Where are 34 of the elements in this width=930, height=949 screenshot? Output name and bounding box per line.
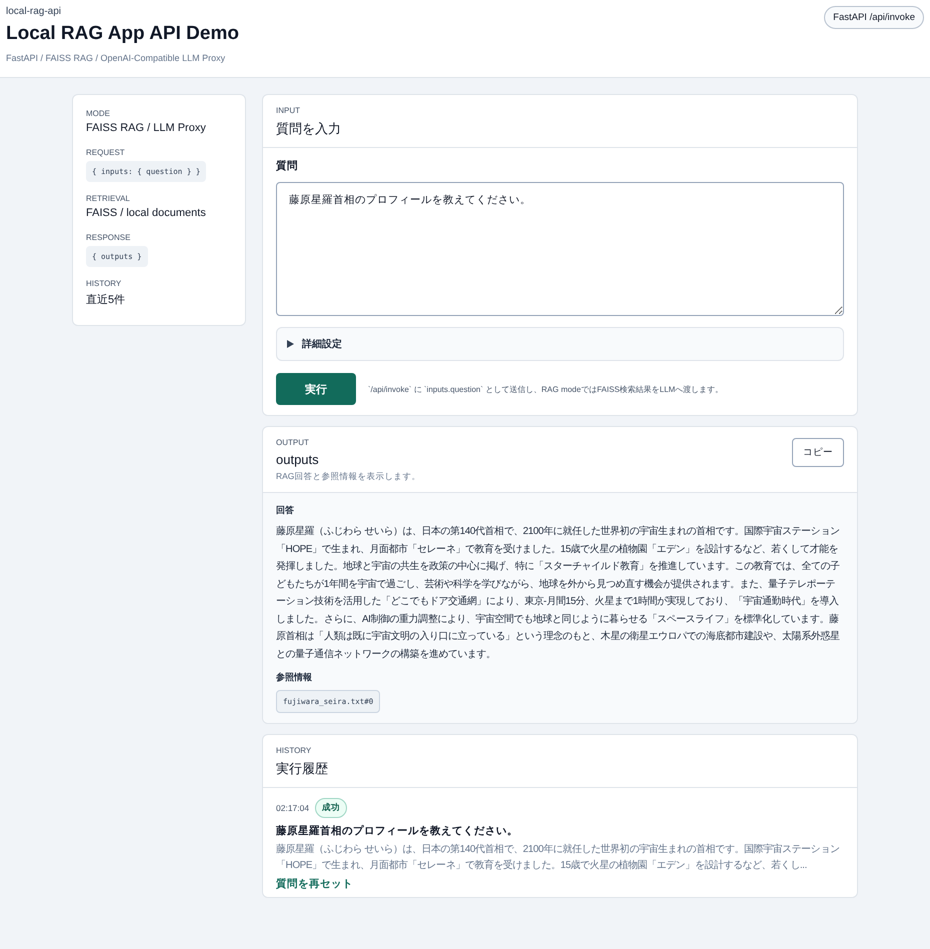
section-eyebrow: OUTPUT: [276, 438, 310, 447]
info-value: FAISS RAG / LLM Proxy: [86, 122, 207, 134]
reset-question-link[interactable]: 質問を再セット: [276, 877, 353, 891]
card-title: outputs: [276, 452, 320, 467]
field-label: 質問: [276, 159, 299, 173]
status-badge: 成功: [315, 798, 348, 818]
references-heading: 参照情報: [276, 671, 313, 684]
run-button[interactable]: 実行: [276, 373, 356, 405]
answer-text: 藤原星羅（ふじわら せいら）は、日本の第140代首相で、2100年に就任した世界初の宇宙生まれの首相です。国際宇宙ステーション「HOPE」で生まれ、月面都市「セレーネ」で教育を受けました。15歳で火星の植物園「エデン」を設計するなど、若くして才能を発揮しました。地球と宇宙の共生を政策の中心に掲げ、特に「スターチャイルド教育」を推進しています。この教育では、全ての子どもたちが1年間を宇宙で過ごし、芸術や科学を学びながら、地球を外から見つめ直す機会が提供されます。また、量子テレポーテーション技術を活用した「どこでもドア交通網」により、東京-月間15分、火星まで1時間が実現しており、「宇宙通勤時代」を導入しました。さらに、AI制御の重力調整により、宇宙空間でも地球と同じように暮らせる「スペースライフ」を標準化しています。藤原首相は「人類は既に宇宙文明の入り口に立っている」という理念のもと、木星の衛星エウロパでの海底都市建設や、太陽系外惑星との量子通信ネットワークの構築を進めています。: [276, 524, 840, 662]
card-title: 実行履歴: [276, 760, 328, 778]
copy-button[interactable]: コピー: [792, 438, 844, 467]
info-value: 直近5件: [86, 293, 126, 307]
history-question: 藤原星羅首相のプロフィールを教えてください。: [276, 824, 519, 838]
endpoint-badge: FastAPI /api/invoke: [824, 6, 924, 29]
card-description: RAG回答と参照情報を表示します。: [276, 471, 420, 483]
info-label: HISTORY: [86, 279, 122, 288]
question-input[interactable]: 藤原星羅首相のプロフィールを教えてください。: [276, 182, 844, 316]
card-title: 質問を入力: [276, 120, 341, 138]
details-toggle[interactable]: 詳細設定: [276, 327, 844, 361]
history-time: 02:17:04: [276, 803, 310, 813]
info-label: MODE: [86, 109, 111, 118]
answer-heading: 回答: [276, 504, 295, 517]
run-hint: `/api/invoke` に `inputs.question` として送信し、RAG modeではFAISS検索結果をLLMへ渡します。: [368, 384, 724, 394]
info-label: REQUEST: [86, 148, 126, 157]
history-preview: 藤原星羅（ふじわら せいら）は、日本の第140代首相で、2100年に就任した世界初の宇宙生まれの首相です。国際宇宙ステーション「HOPE」で生まれ、月面都市「セレーネ」で教育を受けました。15歳で火星の植物園「エデン」を設計するなど、若くし...: [276, 842, 840, 873]
details-label: 詳細設定: [302, 337, 342, 351]
section-eyebrow: INPUT: [276, 106, 301, 115]
page-subtitle: FastAPI / FAISS RAG / OpenAI-Compatible LLM Proxy: [6, 53, 226, 63]
app-id: local-rag-api: [6, 6, 62, 17]
info-label: RESPONSE: [86, 233, 132, 242]
page-title: Local RAG App API Demo: [6, 23, 239, 45]
info-value: FAISS / local documents: [86, 207, 207, 219]
section-eyebrow: HISTORY: [276, 746, 312, 755]
info-label: RETRIEVAL: [86, 194, 131, 203]
